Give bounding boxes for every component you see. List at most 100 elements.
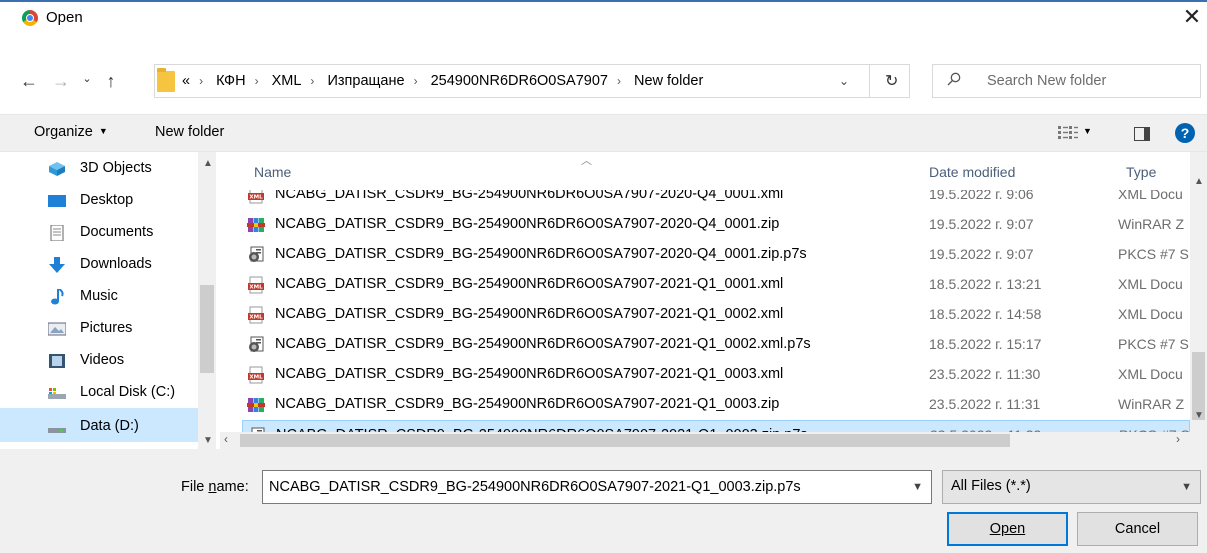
organize-button[interactable]: Organize ▼: [34, 124, 108, 140]
file-row[interactable]: NCABG_DATISR_CSDR9_BG-254900NR6DR6O0SA79…: [242, 210, 1190, 240]
p7s-file-icon: [247, 336, 265, 354]
desktop-icon: [48, 195, 66, 207]
breadcrumb: « › КФН › XML › Изпращане › 254900NR6DR6O0SA…: [182, 73, 703, 89]
file-row[interactable]: XML NCABG_DATISR_CSDR9_BG-254900NR6DR6O0S…: [242, 190, 1190, 210]
file-row[interactable]: XML NCABG_DATISR_CSDR9_BG-254900NR6DR6O0S…: [242, 270, 1190, 300]
title-bar: Open ✕: [0, 2, 1207, 34]
scroll-left-icon[interactable]: ‹: [224, 432, 228, 446]
search-input[interactable]: Search New folder: [932, 64, 1201, 98]
new-folder-button[interactable]: New folder: [155, 124, 224, 140]
address-dropdown-button[interactable]: ⌄: [839, 74, 849, 88]
breadcrumb-item[interactable]: 254900NR6DR6O0SA7907: [431, 73, 608, 89]
help-button[interactable]: ?: [1175, 123, 1195, 143]
file-row[interactable]: XML NCABG_DATISR_CSDR9_BG-254900NR6DR6O0S…: [242, 300, 1190, 330]
file-date-modified: 23.5.2022 г. 11:31: [929, 396, 1041, 412]
sidebar-scrollbar[interactable]: ▲ ▼: [198, 152, 216, 449]
search-placeholder: Search New folder: [987, 73, 1107, 89]
file-date-modified: 23.5.2022 г. 11:30: [929, 366, 1041, 382]
chevron-down-icon: ▼: [1181, 481, 1192, 493]
sort-ascending-icon: ︿: [581, 155, 592, 167]
file-type: PKCS #7 S: [1118, 336, 1189, 352]
svg-text:XML: XML: [249, 315, 263, 321]
svg-text:XML: XML: [249, 195, 263, 201]
refresh-button[interactable]: ↻: [885, 71, 898, 91]
file-row[interactable]: XML NCABG_DATISR_CSDR9_BG-254900NR6DR6O0S…: [242, 360, 1190, 390]
recent-locations-button[interactable]: ⌄: [76, 66, 98, 92]
sidebar-item-label: Desktop: [80, 192, 134, 208]
sidebar-item-label: Data (D:): [80, 418, 139, 434]
scroll-down-icon[interactable]: ▼: [203, 435, 213, 446]
file-list-scrollbar[interactable]: ▲ ▼: [1190, 152, 1207, 449]
file-type: XML Docu: [1118, 276, 1183, 292]
scroll-right-icon[interactable]: ›: [1176, 432, 1180, 446]
sidebar-item-music[interactable]: Music: [0, 280, 198, 312]
breadcrumb-overflow[interactable]: «: [182, 73, 190, 89]
breadcrumb-item[interactable]: КФН: [216, 73, 245, 89]
chevron-down-icon[interactable]: ▼: [912, 481, 923, 493]
sidebar-item-pictures[interactable]: Pictures: [0, 312, 198, 344]
sidebar-item-label: 3D Objects: [80, 160, 152, 176]
view-options-caret-icon[interactable]: ▼: [1083, 126, 1092, 136]
videos-icon: [49, 354, 65, 368]
file-type: XML Docu: [1118, 190, 1183, 202]
address-divider: [869, 65, 870, 97]
p7s-file-icon: [247, 246, 265, 264]
local-disk-icon: [48, 388, 66, 399]
forward-button[interactable]: →: [50, 68, 72, 94]
scrollbar-thumb[interactable]: [200, 285, 214, 373]
documents-icon: [50, 225, 64, 241]
cancel-button[interactable]: Cancel: [1077, 512, 1198, 546]
sidebar-item-local-disk[interactable]: Local Disk (C:): [0, 376, 198, 408]
view-options-icon[interactable]: [1058, 126, 1078, 139]
scroll-up-icon[interactable]: ▲: [1194, 176, 1204, 187]
sidebar-item-label: Videos: [80, 352, 125, 368]
file-name: NCABG_DATISR_CSDR9_BG-254900NR6DR6O0SA79…: [275, 396, 780, 412]
sidebar-item-videos[interactable]: Videos: [0, 344, 198, 376]
file-date-modified: 19.5.2022 г. 9:07: [929, 246, 1034, 262]
breadcrumb-separator: ›: [254, 74, 259, 88]
sidebar-item-desktop[interactable]: Desktop: [0, 184, 198, 216]
sidebar-item-documents[interactable]: Documents: [0, 216, 198, 248]
data-drive-icon: [48, 428, 66, 433]
caret-down-icon: ▼: [98, 126, 108, 136]
svg-text:XML: XML: [249, 285, 263, 291]
breadcrumb-item[interactable]: XML: [272, 73, 302, 89]
file-name-field[interactable]: NCABG_DATISR_CSDR9_BG-254900NR6DR6O0SA79…: [262, 470, 932, 504]
scroll-down-icon[interactable]: ▼: [1194, 410, 1204, 421]
xml-file-icon: XML: [247, 190, 265, 204]
column-header-name[interactable]: Name: [254, 164, 291, 180]
file-row[interactable]: NCABG_DATISR_CSDR9_BG-254900NR6DR6O0SA79…: [242, 390, 1190, 420]
sidebar-item-data-drive[interactable]: Data (D:): [0, 408, 198, 442]
file-row[interactable]: NCABG_DATISR_CSDR9_BG-254900NR6DR6O0SA79…: [242, 240, 1190, 270]
column-header-type[interactable]: Type: [1126, 164, 1156, 180]
sidebar-item-label: Downloads: [80, 256, 152, 272]
address-bar[interactable]: « › КФН › XML › Изпращане › 254900NR6DR6O0SA…: [154, 64, 910, 98]
file-type: WinRAR Z: [1118, 216, 1185, 232]
sidebar-item-3d-objects[interactable]: 3D Objects: [0, 152, 198, 184]
sidebar-item-downloads[interactable]: Downloads: [0, 248, 198, 280]
file-type: XML Docu: [1118, 366, 1183, 382]
breadcrumb-separator: ›: [199, 74, 204, 88]
chrome-icon: [22, 10, 38, 26]
sidebar-item-label: Local Disk (C:): [80, 384, 176, 400]
file-name-value: NCABG_DATISR_CSDR9_BG-254900NR6DR6O0SA79…: [269, 479, 801, 495]
file-list-hscrollbar[interactable]: ‹ ›: [220, 432, 1190, 449]
3d-objects-icon: [49, 162, 65, 176]
scrollbar-thumb[interactable]: [240, 434, 1010, 447]
breadcrumb-item[interactable]: New folder: [634, 73, 703, 89]
column-header-date-modified[interactable]: Date modified: [929, 164, 1015, 180]
close-button[interactable]: ✕: [1177, 2, 1207, 34]
back-button[interactable]: ←: [18, 68, 40, 94]
preview-pane-icon[interactable]: [1134, 127, 1150, 141]
file-type: XML Docu: [1118, 306, 1183, 322]
file-name: NCABG_DATISR_CSDR9_BG-254900NR6DR6O0SA79…: [275, 366, 784, 382]
up-button[interactable]: ↑: [100, 68, 122, 94]
scroll-up-icon[interactable]: ▲: [203, 158, 213, 169]
xml-file-icon: XML: [247, 366, 265, 384]
organize-label: Organize: [34, 124, 93, 140]
breadcrumb-item[interactable]: Изпращане: [327, 73, 404, 89]
file-type-select[interactable]: All Files (*.*) ▼: [942, 470, 1201, 504]
open-button[interactable]: Open: [947, 512, 1068, 546]
file-row[interactable]: NCABG_DATISR_CSDR9_BG-254900NR6DR6O0SA79…: [242, 330, 1190, 360]
downloads-icon: [49, 257, 65, 273]
